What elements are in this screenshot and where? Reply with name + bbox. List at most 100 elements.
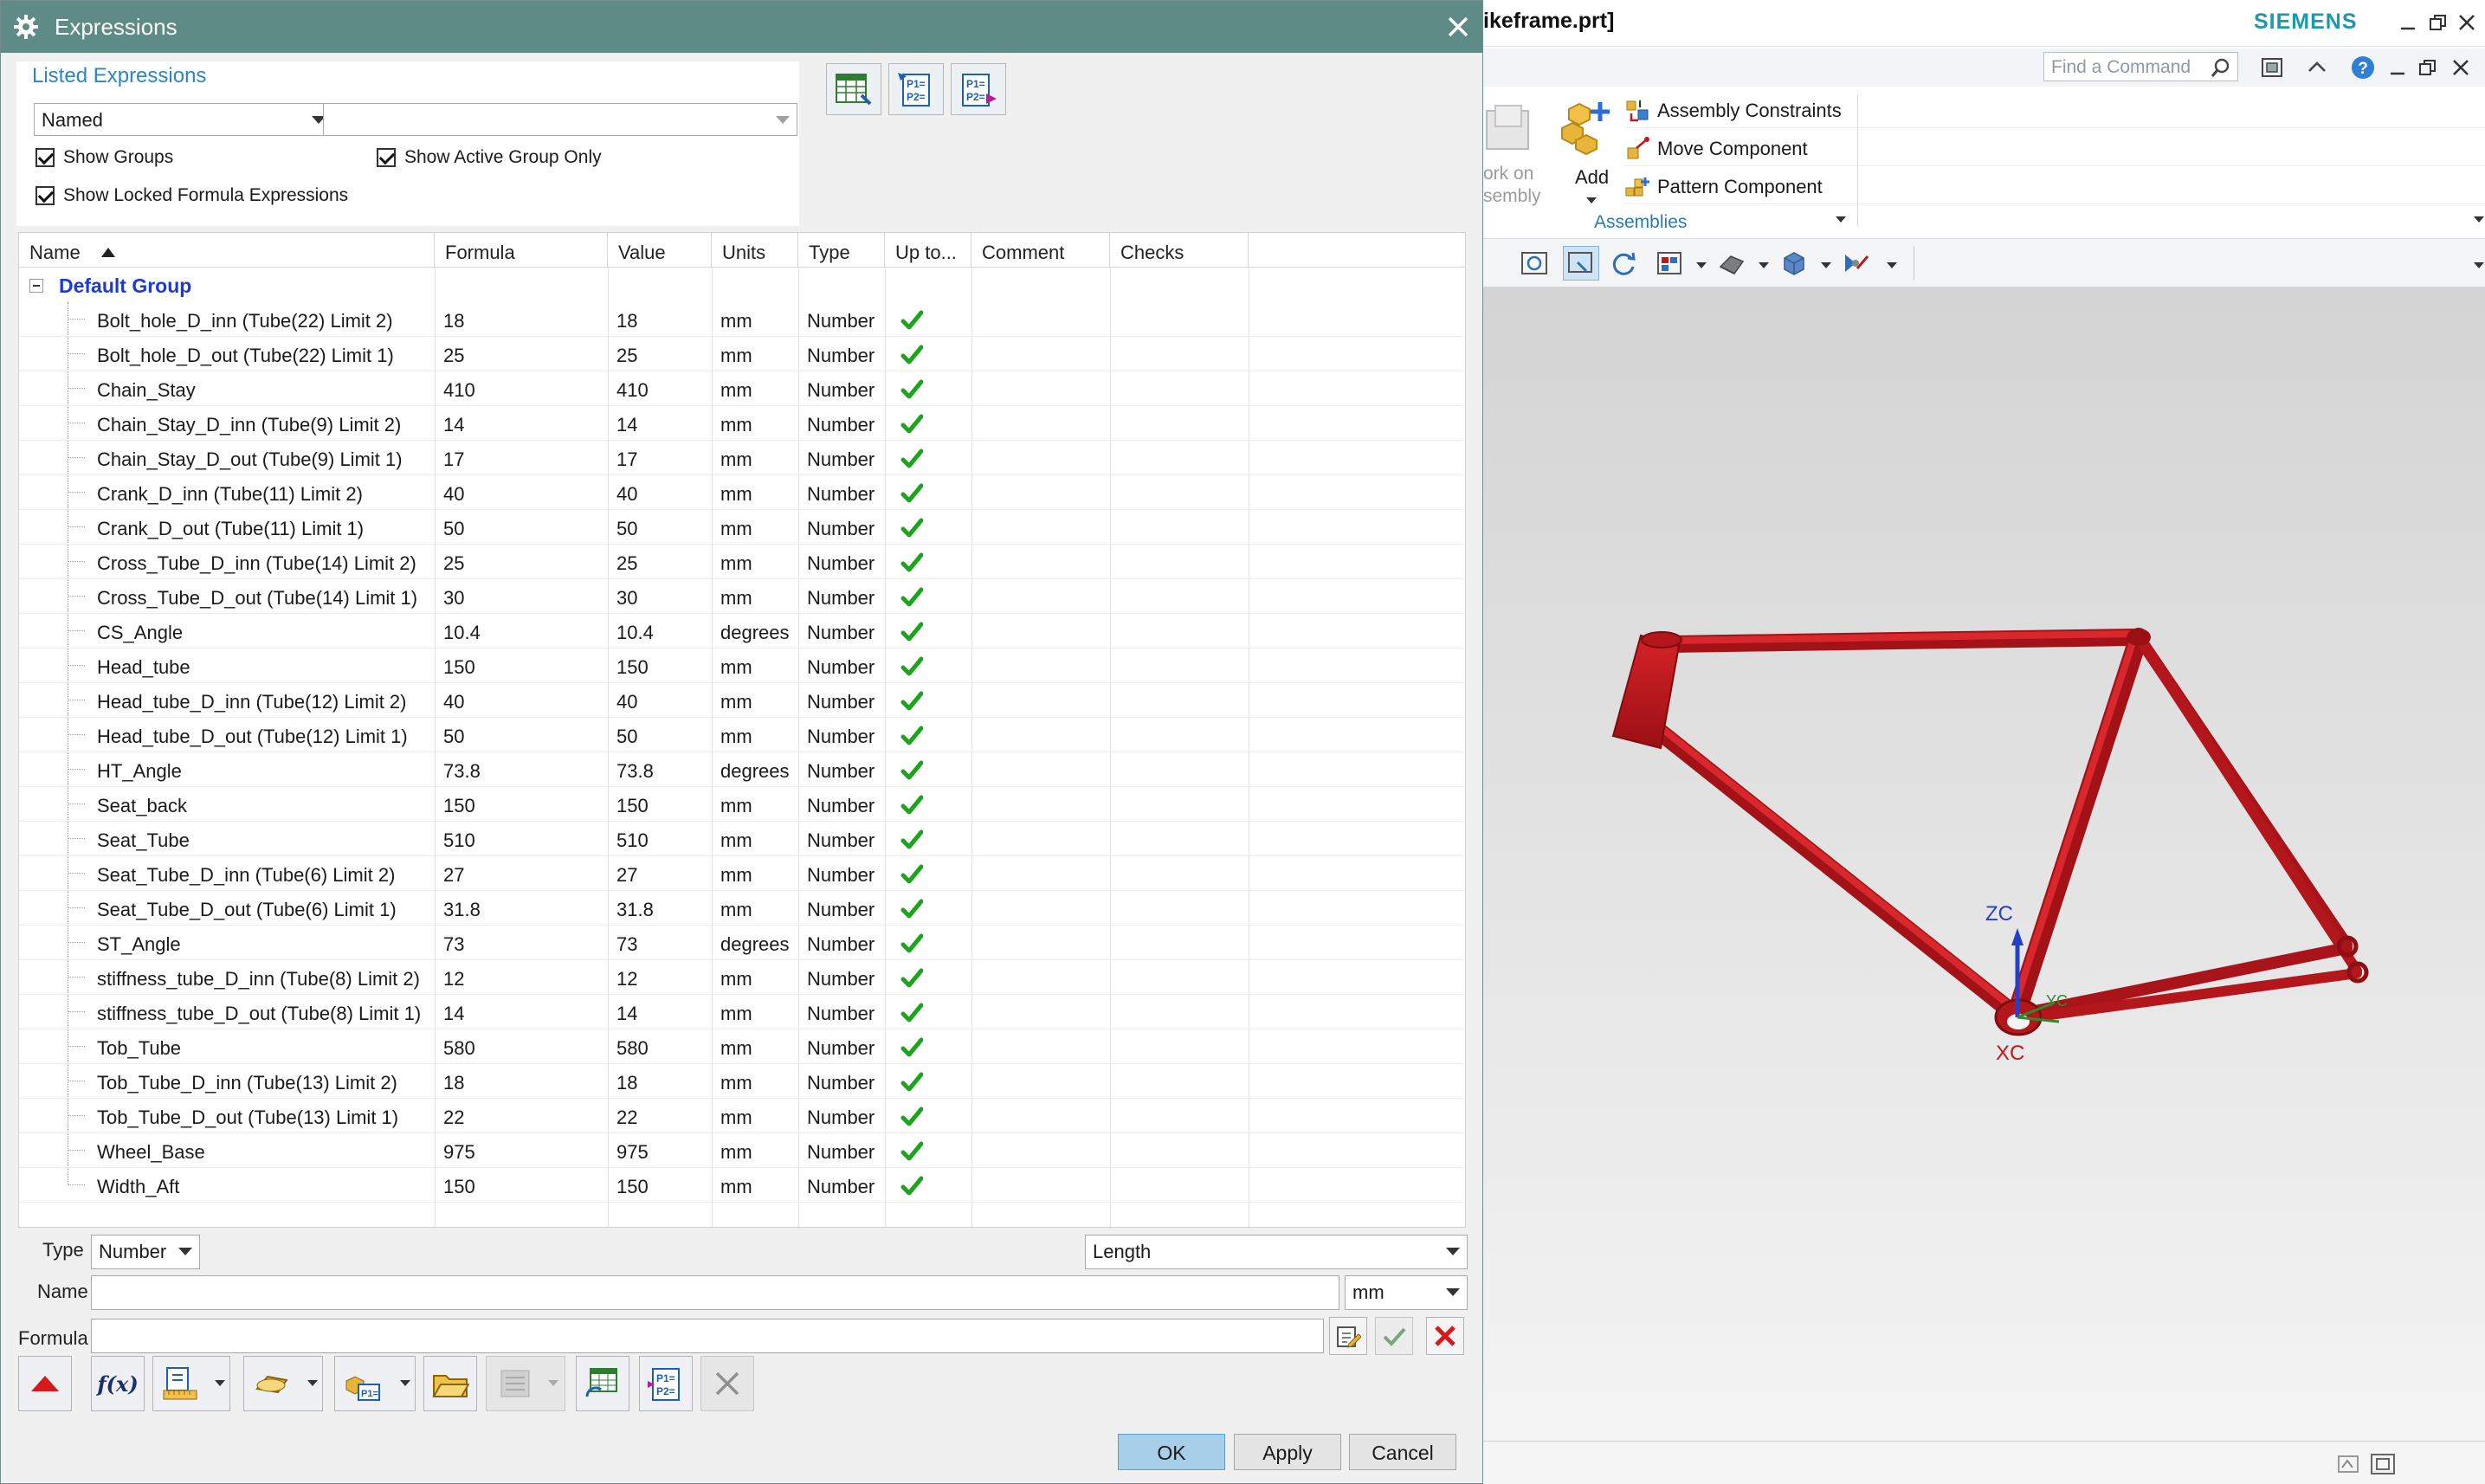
units-dropdown[interactable]: mm [1345, 1275, 1468, 1310]
column-header-type[interactable]: Type [798, 233, 885, 268]
table-row[interactable]: stiffness_tube_D_out (Tube(8) Limit 1) 14… [19, 995, 1465, 1029]
collapse-group-icon[interactable] [29, 279, 43, 293]
pattern-component-button[interactable]: Pattern Component [1624, 170, 2485, 204]
orient-view-icon[interactable] [1655, 249, 1684, 277]
search-icon[interactable] [2210, 56, 2232, 79]
rotate-view-icon[interactable] [1610, 249, 1639, 277]
table-row[interactable]: Width_Aft 150 150 mm Number [19, 1168, 1465, 1203]
work-on-assembly-button[interactable]: ork on sembly [1483, 97, 1544, 210]
inquiry-dropdown-icon[interactable] [307, 1380, 318, 1386]
assemblies-group-dropdown-icon[interactable] [1836, 216, 1846, 223]
ribbon-more-icon[interactable] [2474, 216, 2484, 223]
cancel-button[interactable]: Cancel [1349, 1434, 1456, 1470]
table-row[interactable]: Tob_Tube 580 580 mm Number [19, 1029, 1465, 1064]
table-row[interactable]: stiffness_tube_D_inn (Tube(8) Limit 2) 12… [19, 960, 1465, 995]
table-row[interactable]: Chain_Stay_D_inn (Tube(9) Limit 2) 14 14 mm… [19, 406, 1465, 441]
measurement-dropdown-icon[interactable] [215, 1380, 225, 1386]
collapse-ribbon-icon[interactable] [2303, 54, 2331, 81]
help-icon[interactable]: ? [2349, 54, 2377, 81]
column-header-name[interactable]: Name [19, 233, 435, 268]
table-row[interactable]: Bolt_hole_D_inn (Tube(22) Limit 2) 18 18 mm… [19, 302, 1465, 337]
table-row[interactable]: ST_Angle 73 73 degrees Number [19, 926, 1465, 960]
table-row[interactable]: Seat_Tube_D_inn (Tube(6) Limit 2) 27 27 mm N… [19, 856, 1465, 891]
formula-input[interactable] [91, 1319, 1324, 1353]
restore-icon[interactable] [2423, 7, 2454, 38]
table-row[interactable]: Seat_back 150 150 mm Number [19, 787, 1465, 822]
export-expressions-button[interactable]: P1= P2= [888, 63, 944, 115]
doc-restore-icon[interactable] [2414, 54, 2442, 81]
listed-filter-dropdown[interactable]: Named [34, 103, 333, 136]
reference-dropdown-icon[interactable] [400, 1380, 410, 1386]
table-row[interactable]: Seat_Tube 510 510 mm Number [19, 822, 1465, 856]
collapse-panel-button[interactable] [18, 1356, 72, 1411]
minimize-icon[interactable] [2392, 7, 2424, 38]
add-component-button[interactable]: Add [1557, 95, 1617, 208]
render-style-icon[interactable] [1717, 249, 1746, 277]
table-row[interactable]: Bolt_hole_D_out (Tube(22) Limit 1) 25 25 mm… [19, 337, 1465, 371]
add-dropdown-icon[interactable] [1586, 197, 1597, 203]
ok-button[interactable]: OK [1118, 1434, 1225, 1470]
accept-edit-button[interactable] [1375, 1317, 1413, 1355]
delete-expression-button[interactable] [700, 1356, 754, 1411]
move-component-button[interactable]: Move Component [1624, 132, 2485, 166]
table-row[interactable]: HT_Angle 73.8 73.8 degrees Number [19, 752, 1465, 787]
doc-minimize-icon[interactable] [2384, 54, 2411, 81]
show-active-group-only-checkbox[interactable]: Show Active Group Only [377, 147, 602, 168]
open-file-button[interactable] [423, 1356, 477, 1411]
spreadsheet-edit-button[interactable] [826, 63, 881, 115]
edit-section-icon[interactable] [1842, 249, 1871, 277]
table-row[interactable]: Cross_Tube_D_out (Tube(14) Limit 1) 30 30 m… [19, 579, 1465, 614]
function-button[interactable]: f(x) [91, 1356, 145, 1411]
close-icon[interactable] [2451, 7, 2482, 38]
table-row[interactable]: Tob_Tube_D_out (Tube(13) Limit 1) 22 22 mm N… [19, 1099, 1465, 1133]
reject-edit-button[interactable] [1426, 1317, 1464, 1355]
export-p1p2-button[interactable]: P1= P2= [639, 1356, 693, 1411]
name-input[interactable] [91, 1275, 1339, 1310]
table-row[interactable]: Head_tube_D_inn (Tube(12) Limit 2) 40 40 mm… [19, 683, 1465, 718]
table-row[interactable]: CS_Angle 10.4 10.4 degrees Number [19, 614, 1465, 648]
dialog-title-bar[interactable]: Expressions [1, 1, 1482, 53]
table-row[interactable]: Chain_Stay 410 410 mm Number [19, 371, 1465, 406]
table-row[interactable]: Crank_D_inn (Tube(11) Limit 2) 40 40 mm Numb… [19, 475, 1465, 510]
full-screen-icon[interactable] [2370, 1452, 2396, 1476]
assembly-constraints-button[interactable]: Assembly Constraints [1624, 94, 2485, 128]
find-command-input[interactable]: Find a Command [2043, 52, 2238, 81]
doc-close-icon[interactable] [2447, 54, 2475, 81]
fit-view-icon[interactable] [1520, 249, 1549, 277]
dimension-dropdown[interactable]: Length [1085, 1235, 1468, 1269]
dialog-close-icon[interactable] [1443, 11, 1474, 42]
list-dropdown-icon[interactable] [548, 1380, 558, 1386]
table-row[interactable]: Crank_D_out (Tube(11) Limit 1) 50 50 mm Numb… [19, 510, 1465, 545]
section-dropdown-icon[interactable] [1887, 262, 1897, 268]
column-header-comment[interactable]: Comment [971, 233, 1110, 268]
table-row[interactable]: Seat_Tube_D_out (Tube(6) Limit 1) 31.8 31.… [19, 891, 1465, 926]
cube-dropdown-icon[interactable] [1821, 262, 1831, 268]
column-header-value[interactable]: Value [608, 233, 712, 268]
column-header-units[interactable]: Units [712, 233, 798, 268]
table-row[interactable]: Head_tube 150 150 mm Number [19, 648, 1465, 683]
column-header-checks[interactable]: Checks [1110, 233, 1249, 268]
shaded-cube-icon[interactable] [1779, 249, 1809, 277]
column-header-formula[interactable]: Formula [435, 233, 608, 268]
toolbar-more-icon[interactable] [2474, 262, 2484, 268]
table-row[interactable]: Head_tube_D_out (Tube(12) Limit 1) 50 50 mm… [19, 718, 1465, 752]
expression-search-combo[interactable] [323, 103, 797, 136]
show-locked-formula-checkbox[interactable]: Show Locked Formula Expressions [36, 185, 348, 206]
formula-edit-button[interactable] [1329, 1317, 1367, 1355]
show-groups-checkbox[interactable]: Show Groups [36, 147, 173, 168]
group-row-default[interactable]: Default Group [19, 268, 1465, 302]
render-dropdown-icon[interactable] [1759, 262, 1769, 268]
table-row[interactable]: Wheel_Base 975 975 mm Number [19, 1133, 1465, 1168]
refresh-links-button[interactable] [576, 1356, 629, 1411]
table-row[interactable]: Chain_Stay_D_out (Tube(9) Limit 1) 17 17 mm… [19, 441, 1465, 475]
import-expressions-button[interactable]: P1= P2= [951, 63, 1006, 115]
column-header-up-to-date[interactable]: Up to... [885, 233, 971, 268]
table-row[interactable]: Cross_Tube_D_inn (Tube(14) Limit 2) 25 25 m… [19, 545, 1465, 579]
apply-button[interactable]: Apply [1234, 1434, 1341, 1470]
table-row[interactable]: Tob_Tube_D_inn (Tube(13) Limit 2) 18 18 mm N… [19, 1064, 1465, 1099]
selection-filter-icon[interactable] [2337, 1454, 2359, 1474]
graphics-viewport[interactable]: ZC XC YC [1483, 287, 2485, 1441]
orient-dropdown-icon[interactable] [1696, 262, 1707, 268]
type-dropdown[interactable]: Number [91, 1235, 200, 1269]
window-layout-icon[interactable] [2258, 54, 2286, 81]
